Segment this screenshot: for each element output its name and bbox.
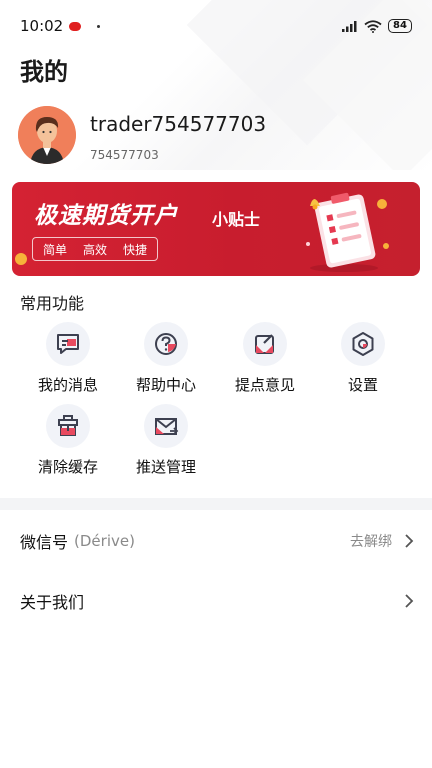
wechat-row[interactable]: 微信号 (Dérive) 去解绑 — [0, 511, 432, 571]
clear-cache-icon — [46, 404, 90, 448]
wechat-label: 微信号 — [20, 533, 69, 552]
func-label: 提点意见 — [234, 376, 295, 394]
wechat-account: (Dérive) — [74, 532, 135, 550]
func-label: 我的消息 — [37, 376, 98, 394]
signal-icon — [342, 21, 357, 32]
func-label: 清除缓存 — [37, 458, 98, 476]
settings-icon — [341, 322, 385, 366]
banner-tag: 简单 — [43, 242, 68, 257]
more-notifications-icon — [97, 24, 101, 28]
func-my-messages[interactable]: 我的消息 — [18, 322, 118, 395]
func-label: 帮助中心 — [135, 376, 196, 394]
feedback-icon — [243, 322, 287, 366]
help-icon — [144, 322, 188, 366]
push-mail-icon — [144, 404, 188, 448]
message-icon — [46, 322, 90, 366]
func-settings[interactable]: 设置 — [313, 322, 413, 395]
account-opening-banner[interactable]: 极速期货开户 小贴士 简单 高效 快捷 — [12, 182, 420, 276]
username: trader754577703 — [90, 112, 267, 136]
unbind-button[interactable]: 去解绑 — [350, 531, 392, 551]
banner-tag: 高效 — [83, 242, 108, 257]
wifi-icon — [364, 19, 382, 33]
chevron-right-icon — [405, 594, 414, 608]
section-divider — [0, 498, 432, 510]
func-label: 设置 — [347, 376, 378, 394]
about-us-label: 关于我们 — [20, 593, 85, 612]
func-feedback[interactable]: 提点意见 — [215, 322, 315, 395]
notification-icon — [69, 21, 82, 31]
page-title: 我的 — [20, 58, 68, 86]
func-push-management[interactable]: 推送管理 — [116, 404, 216, 477]
coin-icon — [15, 253, 27, 265]
func-help-center[interactable]: 帮助中心 — [116, 322, 216, 395]
user-id: 754577703 — [90, 148, 159, 162]
status-bar: 10:02 84 — [0, 0, 432, 52]
banner-subtitle: 小贴士 — [212, 210, 261, 229]
avatar[interactable] — [18, 106, 76, 164]
profile-card[interactable]: trader754577703 754577703 — [18, 106, 266, 164]
banner-title: 极速期货开户 — [34, 203, 178, 229]
func-clear-cache[interactable]: 清除缓存 — [18, 404, 118, 477]
clipboard-checklist-icon — [306, 192, 389, 272]
banner-tags: 简单 高效 快捷 — [32, 237, 159, 261]
battery-icon: 84 — [388, 19, 412, 33]
chevron-right-icon — [405, 534, 414, 548]
about-us-row[interactable]: 关于我们 — [0, 571, 432, 631]
common-functions-title: 常用功能 — [20, 294, 85, 313]
banner-tag: 快捷 — [123, 242, 148, 257]
status-time: 10:02 — [20, 17, 64, 35]
func-label: 推送管理 — [135, 458, 196, 476]
